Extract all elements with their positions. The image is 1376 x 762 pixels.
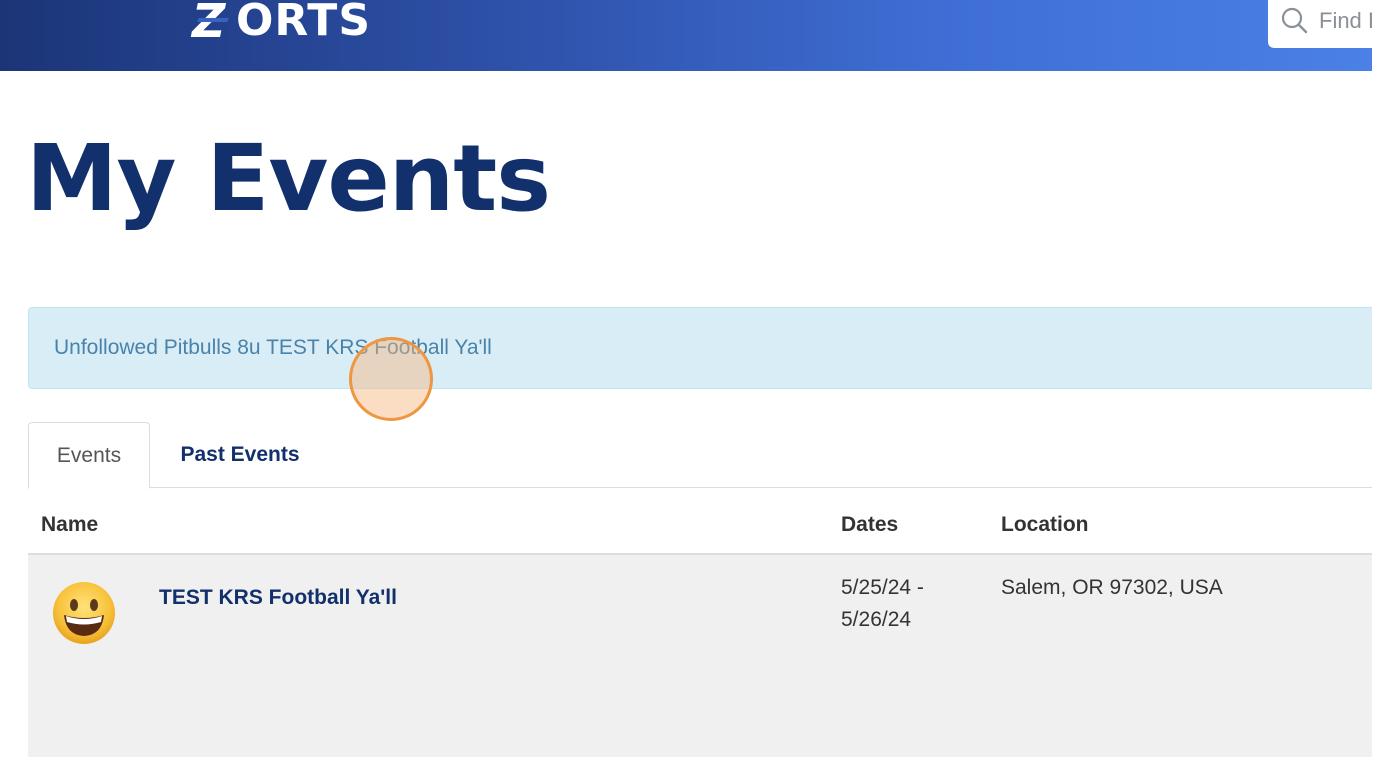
event-dates: 5/25/24 - 5/26/24 <box>841 572 971 636</box>
page-title: My Events <box>26 125 551 232</box>
events-table-header: Name Dates Location <box>28 489 1372 555</box>
zorts-logo[interactable]: Z ORTS <box>192 0 372 48</box>
table-row: TEST KRS Football Ya'll 5/25/24 - 5/26/2… <box>28 555 1372 757</box>
column-header-location: Location <box>1001 513 1089 536</box>
right-gutter <box>1372 0 1376 762</box>
logo-text: ORTS <box>236 0 372 46</box>
column-header-name: Name <box>41 513 99 536</box>
logo-stripe <box>197 18 229 22</box>
click-indicator <box>349 337 433 421</box>
event-tabs: Events Past Events <box>28 422 1372 489</box>
search-placeholder: Find I <box>1319 8 1372 33</box>
info-alert: Unfollowed Pitbulls 8u TEST KRS Football… <box>28 307 1372 389</box>
logo-z-mark: Z <box>192 0 236 48</box>
event-date-end: 5/26/24 <box>841 608 912 631</box>
search-icon <box>1281 7 1308 34</box>
tab-events[interactable]: Events <box>28 422 150 489</box>
event-name-link[interactable]: TEST KRS Football Ya'll <box>159 586 397 610</box>
event-location: Salem, OR 97302, USA <box>1001 576 1223 599</box>
tab-past-events[interactable]: Past Events <box>150 422 330 488</box>
top-navigation-bar: Z ORTS Find I <box>0 0 1372 71</box>
page: Z ORTS Find I My Events Unfollowed Pitbu… <box>0 0 1372 762</box>
grinning-face-icon <box>53 582 115 644</box>
search-input[interactable]: Find I <box>1268 0 1372 48</box>
event-date-start: 5/25/24 - <box>841 576 924 599</box>
logo-initial: Z <box>192 0 227 48</box>
column-header-dates: Dates <box>841 513 899 536</box>
